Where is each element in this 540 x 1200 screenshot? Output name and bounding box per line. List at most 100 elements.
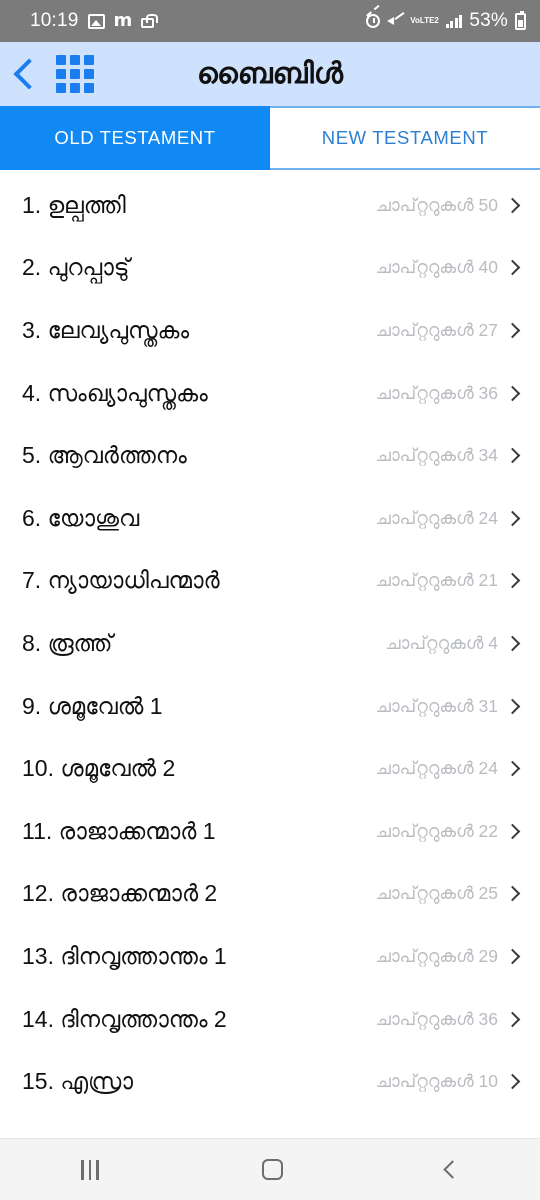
lock-icon xyxy=(141,14,158,28)
chevron-right-icon xyxy=(504,698,521,714)
chevron-right-icon xyxy=(504,385,521,401)
book-row[interactable]: 7. ന്യായാധിപന്മാർ ചാപ്റ്ററുകൾ 21 xyxy=(0,550,540,613)
chapter-count-label: ചാപ്റ്ററുകൾ 21 xyxy=(375,570,498,591)
chapter-count-label: ചാപ്റ്ററുകൾ 10 xyxy=(375,1071,498,1092)
chapter-count-label: ചാപ്റ്ററുകൾ 4 xyxy=(385,632,498,653)
book-name: 12. രാജാക്കന്മാർ 2 xyxy=(22,880,218,907)
status-bar-right: VoLTE2 53% xyxy=(366,10,526,32)
book-row-right: ചാപ്റ്ററുകൾ 27 xyxy=(376,320,524,341)
book-row-right: ചാപ്റ്ററുകൾ 10 xyxy=(376,1071,524,1092)
alarm-icon xyxy=(366,14,381,28)
chevron-right-icon xyxy=(504,510,521,527)
chapter-count-label: ചാപ്റ്ററുകൾ 24 xyxy=(375,758,498,779)
chevron-right-icon xyxy=(504,1073,521,1090)
chevron-right-icon xyxy=(504,635,521,652)
chapter-count-label: ചാപ്റ്ററുകൾ 22 xyxy=(375,820,498,841)
chapter-count-label: ചാപ്റ്ററുകൾ 29 xyxy=(375,945,498,966)
book-name: 1. ഉല്പത്തി xyxy=(22,191,126,218)
book-row-right: ചാപ്റ്ററുകൾ 21 xyxy=(376,570,524,591)
back-chevron-icon[interactable] xyxy=(13,58,45,90)
book-name: 11. രാജാക്കന്മാർ 1 xyxy=(22,817,216,844)
book-row-right: ചാപ്റ്ററുകൾ 29 xyxy=(376,946,524,967)
book-name: 5. ആവർത്തനം xyxy=(22,442,187,469)
chapter-count-label: ചാപ്റ്ററുകൾ 36 xyxy=(375,382,498,403)
book-row[interactable]: 2. പുറപ്പാടു് ചാപ്റ്ററുകൾ 40 xyxy=(0,237,540,300)
chapter-count-label: ചാപ്റ്ററുകൾ 40 xyxy=(375,257,498,278)
book-name: 9. ശമൂവേൽ 1 xyxy=(22,692,163,719)
chevron-right-icon xyxy=(504,948,521,965)
chevron-right-icon xyxy=(504,1011,521,1027)
book-row[interactable]: 6. യോശുവ ചാപ്റ്ററുകൾ 24 xyxy=(0,487,540,550)
book-list[interactable]: 1. ഉല്പത്തി ചാപ്റ്ററുകൾ 50 2. പുറപ്പാടു് ചാ… xyxy=(0,170,540,1138)
tab-bar: OLD TESTAMENT NEW TESTAMENT xyxy=(0,106,540,170)
signal-bars-icon xyxy=(445,14,463,28)
book-row-right: ചാപ്റ്ററുകൾ 22 xyxy=(376,821,524,842)
chevron-right-icon xyxy=(504,447,521,464)
book-row[interactable]: 10. ശമൂവേൽ 2 ചാപ്റ്ററുകൾ 24 xyxy=(0,737,540,800)
book-row[interactable]: 15. എസ്രാ ചാപ്റ്ററുകൾ 10 xyxy=(0,1050,540,1113)
book-row-right: ചാപ്റ്ററുകൾ 36 xyxy=(376,1009,524,1030)
book-row[interactable]: 12. രാജാക്കന്മാർ 2 ചാപ്റ്ററുകൾ 25 xyxy=(0,863,540,926)
chevron-right-icon xyxy=(504,886,521,902)
chapter-count-label: ചാപ്റ്ററുകൾ 50 xyxy=(375,194,498,215)
book-row[interactable]: 5. ആവർത്തനം ചാപ്റ്ററുകൾ 34 xyxy=(0,424,540,487)
chapter-count-label: ചാപ്റ്ററുകൾ 24 xyxy=(375,507,498,528)
tab-old-testament[interactable]: OLD TESTAMENT xyxy=(0,106,270,170)
status-bar-left: 10:19 m xyxy=(30,10,158,32)
chevron-right-icon xyxy=(504,760,521,777)
back-icon[interactable] xyxy=(442,1160,462,1179)
volte-icon: VoLTE2 xyxy=(410,16,439,25)
home-icon[interactable] xyxy=(261,1159,283,1180)
chapter-count-label: ചാപ്റ്ററുകൾ 31 xyxy=(375,695,498,716)
image-icon xyxy=(87,13,105,29)
book-name: 14. ദിനവൃത്താന്തം 2 xyxy=(22,1005,227,1032)
book-name: 15. എസ്രാ xyxy=(22,1068,133,1095)
book-row[interactable]: 4. സംഖ്യാപുസ്തകം ചാപ്റ്ററുകൾ 36 xyxy=(0,362,540,425)
book-name: 6. യോശുവ xyxy=(22,504,140,531)
status-time: 10:19 xyxy=(30,10,79,31)
chapter-count-label: ചാപ്റ്ററുകൾ 25 xyxy=(375,883,498,904)
recents-icon[interactable] xyxy=(81,1159,99,1180)
book-row[interactable]: 9. ശമൂവേൽ 1 ചാപ്റ്ററുകൾ 31 xyxy=(0,675,540,738)
book-name: 3. ലേവ്യപുസ്തകം xyxy=(22,316,190,343)
book-name: 8. രൂത്ത് xyxy=(22,629,113,656)
book-row-right: ചാപ്റ്ററുകൾ 40 xyxy=(376,257,524,278)
book-row-right: ചാപ്റ്ററുകൾ 4 xyxy=(385,633,524,654)
chevron-right-icon xyxy=(504,823,521,840)
book-row[interactable]: 3. ലേവ്യപുസ്തകം ചാപ്റ്ററുകൾ 27 xyxy=(0,299,540,362)
chevron-right-icon xyxy=(504,260,521,276)
book-row[interactable]: 14. ദിനവൃത്താന്തം 2 ചാപ്റ്ററുകൾ 36 xyxy=(0,988,540,1051)
book-row-right: ചാപ്റ്ററുകൾ 31 xyxy=(376,696,524,717)
book-name: 7. ന്യായാധിപന്മാർ xyxy=(22,567,220,594)
mute-icon xyxy=(387,14,403,28)
book-row-right: ചാപ്റ്ററുകൾ 25 xyxy=(376,883,524,904)
app-bar: ബൈബിൾ xyxy=(0,42,540,106)
book-row-right: ചാപ്റ്ററുകൾ 24 xyxy=(376,508,524,529)
book-name: 10. ശമൂവേൽ 2 xyxy=(22,755,176,782)
grid-menu-icon[interactable] xyxy=(56,55,94,93)
book-row-right: ചാപ്റ്ററുകൾ 50 xyxy=(376,195,524,216)
book-name: 2. പുറപ്പാടു് xyxy=(22,254,130,281)
battery-icon xyxy=(515,10,526,30)
book-row[interactable]: 11. രാജാക്കന്മാർ 1 ചാപ്റ്ററുകൾ 22 xyxy=(0,800,540,863)
android-nav-bar xyxy=(0,1138,540,1200)
book-row-right: ചാപ്റ്ററുകൾ 36 xyxy=(376,383,524,404)
phone-screen: 10:19 m VoLTE2 53% ബൈബിൾ OLD TESTAMENT N… xyxy=(0,0,540,1200)
battery-percent: 53% xyxy=(469,10,508,31)
chevron-right-icon xyxy=(504,573,521,589)
chevron-right-icon xyxy=(504,197,521,214)
book-row[interactable]: 13. ദിനവൃത്താന്തം 1 ചാപ്റ്ററുകൾ 29 xyxy=(0,925,540,988)
book-row-right: ചാപ്റ്ററുകൾ 34 xyxy=(376,445,524,466)
m-icon: m xyxy=(113,10,133,31)
chevron-right-icon xyxy=(504,322,521,339)
book-row[interactable]: 1. ഉല്പത്തി ചാപ്റ്ററുകൾ 50 xyxy=(0,174,540,237)
book-row[interactable]: 8. രൂത്ത് ചാപ്റ്ററുകൾ 4 xyxy=(0,612,540,675)
chapter-count-label: ചാപ്റ്ററുകൾ 34 xyxy=(375,445,498,466)
book-name: 13. ദിനവൃത്താന്തം 1 xyxy=(22,942,227,969)
chapter-count-label: ചാപ്റ്ററുകൾ 27 xyxy=(375,319,498,340)
book-name: 4. സംഖ്യാപുസ്തകം xyxy=(22,379,208,406)
tab-new-testament[interactable]: NEW TESTAMENT xyxy=(270,106,540,170)
status-bar: 10:19 m VoLTE2 53% xyxy=(0,0,540,42)
chapter-count-label: ചാപ്റ്ററുകൾ 36 xyxy=(375,1008,498,1029)
book-row-right: ചാപ്റ്ററുകൾ 24 xyxy=(376,758,524,779)
